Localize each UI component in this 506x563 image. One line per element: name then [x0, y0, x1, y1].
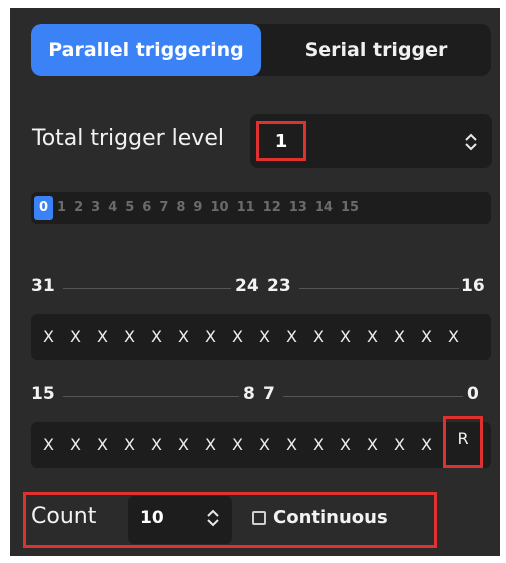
level-option-2[interactable]: 2: [70, 196, 87, 220]
chevron-up-down-icon[interactable]: [464, 132, 478, 152]
bit-label-0: 0: [467, 384, 479, 404]
bit-cell[interactable]: X: [305, 422, 332, 468]
level-option-6[interactable]: 6: [138, 196, 155, 220]
bit-cell[interactable]: X: [89, 314, 116, 360]
bit-cell[interactable]: X: [359, 314, 386, 360]
count-label: Count: [31, 504, 97, 529]
level-option-3[interactable]: 3: [87, 196, 104, 220]
trigger-level-selector: 0 1 2 3 4 5 6 7 8 9 10 11 12 13 14 15: [31, 192, 491, 224]
level-option-11[interactable]: 11: [233, 196, 259, 220]
level-option-7[interactable]: 7: [155, 196, 172, 220]
bit-cell[interactable]: X: [413, 314, 440, 360]
bit-cell[interactable]: X: [359, 422, 386, 468]
bit-cell[interactable]: X: [278, 314, 305, 360]
bit-cell[interactable]: X: [197, 422, 224, 468]
bit-cell[interactable]: X: [251, 422, 278, 468]
continuous-label: Continuous: [273, 507, 388, 528]
divider-line: [63, 288, 231, 289]
bit-cell[interactable]: X: [224, 314, 251, 360]
level-option-8[interactable]: 8: [172, 196, 189, 220]
bit-cell[interactable]: X: [143, 422, 170, 468]
bit-cell[interactable]: X: [170, 314, 197, 360]
bit-cell[interactable]: X: [386, 422, 413, 468]
bit-label-24: 24: [235, 276, 259, 296]
level-option-0[interactable]: 0: [34, 196, 54, 220]
bit-cell[interactable]: X: [413, 422, 440, 468]
bit-cell[interactable]: X: [143, 314, 170, 360]
bit-cell[interactable]: X: [305, 314, 332, 360]
bit-label-31: 31: [31, 276, 55, 296]
bit-label-8: 8: [243, 384, 255, 404]
bit-cell[interactable]: X: [62, 314, 89, 360]
continuous-checkbox[interactable]: [252, 511, 266, 525]
bit-cell[interactable]: X: [440, 314, 467, 360]
level-option-9[interactable]: 9: [189, 196, 206, 220]
level-option-15[interactable]: 15: [337, 196, 363, 220]
level-option-5[interactable]: 5: [121, 196, 138, 220]
bit-cell[interactable]: X: [224, 422, 251, 468]
bit-cell[interactable]: X: [116, 314, 143, 360]
bit-cell[interactable]: X: [332, 422, 359, 468]
bit-cell[interactable]: X: [332, 314, 359, 360]
level-option-14[interactable]: 14: [311, 196, 337, 220]
bit-cell[interactable]: X: [35, 422, 62, 468]
total-trigger-level-label: Total trigger level: [32, 126, 224, 151]
level-option-4[interactable]: 4: [104, 196, 121, 220]
level-option-12[interactable]: 12: [259, 196, 285, 220]
tab-serial-trigger[interactable]: Serial trigger: [261, 24, 491, 76]
bit-label-15: 15: [31, 384, 55, 404]
bit-cell[interactable]: X: [197, 314, 224, 360]
divider-line: [283, 396, 463, 397]
bit-cell[interactable]: X: [170, 422, 197, 468]
bit-cell[interactable]: X: [116, 422, 143, 468]
bit-cell[interactable]: X: [35, 314, 62, 360]
divider-line: [63, 396, 239, 397]
lower-bits-row: X X X X X X X X X X X X X X X R: [31, 416, 491, 468]
level-option-1[interactable]: 1: [53, 196, 70, 220]
chevron-up-down-icon[interactable]: [206, 508, 220, 528]
bit-cell-highlighted[interactable]: R: [443, 416, 483, 468]
lower-bits-header: 15 8 7 0: [31, 384, 491, 408]
bit-label-16: 16: [461, 276, 485, 296]
bit-label-7: 7: [263, 384, 275, 404]
bit-cell[interactable]: X: [386, 314, 413, 360]
bit-cell[interactable]: X: [251, 314, 278, 360]
count-value[interactable]: 10: [140, 508, 164, 528]
trigger-panel: Parallel triggering Serial trigger Total…: [10, 8, 500, 556]
level-option-13[interactable]: 13: [285, 196, 311, 220]
divider-line: [299, 288, 459, 289]
level-option-10[interactable]: 10: [206, 196, 232, 220]
trigger-mode-tabs: Parallel triggering Serial trigger: [31, 24, 491, 76]
bit-label-23: 23: [267, 276, 291, 296]
upper-bits-row: X X X X X X X X X X X X X X X X: [31, 314, 491, 360]
total-trigger-level-value[interactable]: 1: [256, 121, 306, 161]
bit-cell[interactable]: X: [62, 422, 89, 468]
upper-bits-header: 31 24 23 16: [31, 276, 491, 300]
tab-parallel-triggering[interactable]: Parallel triggering: [31, 24, 261, 76]
bit-cell[interactable]: X: [89, 422, 116, 468]
bit-cell[interactable]: X: [278, 422, 305, 468]
